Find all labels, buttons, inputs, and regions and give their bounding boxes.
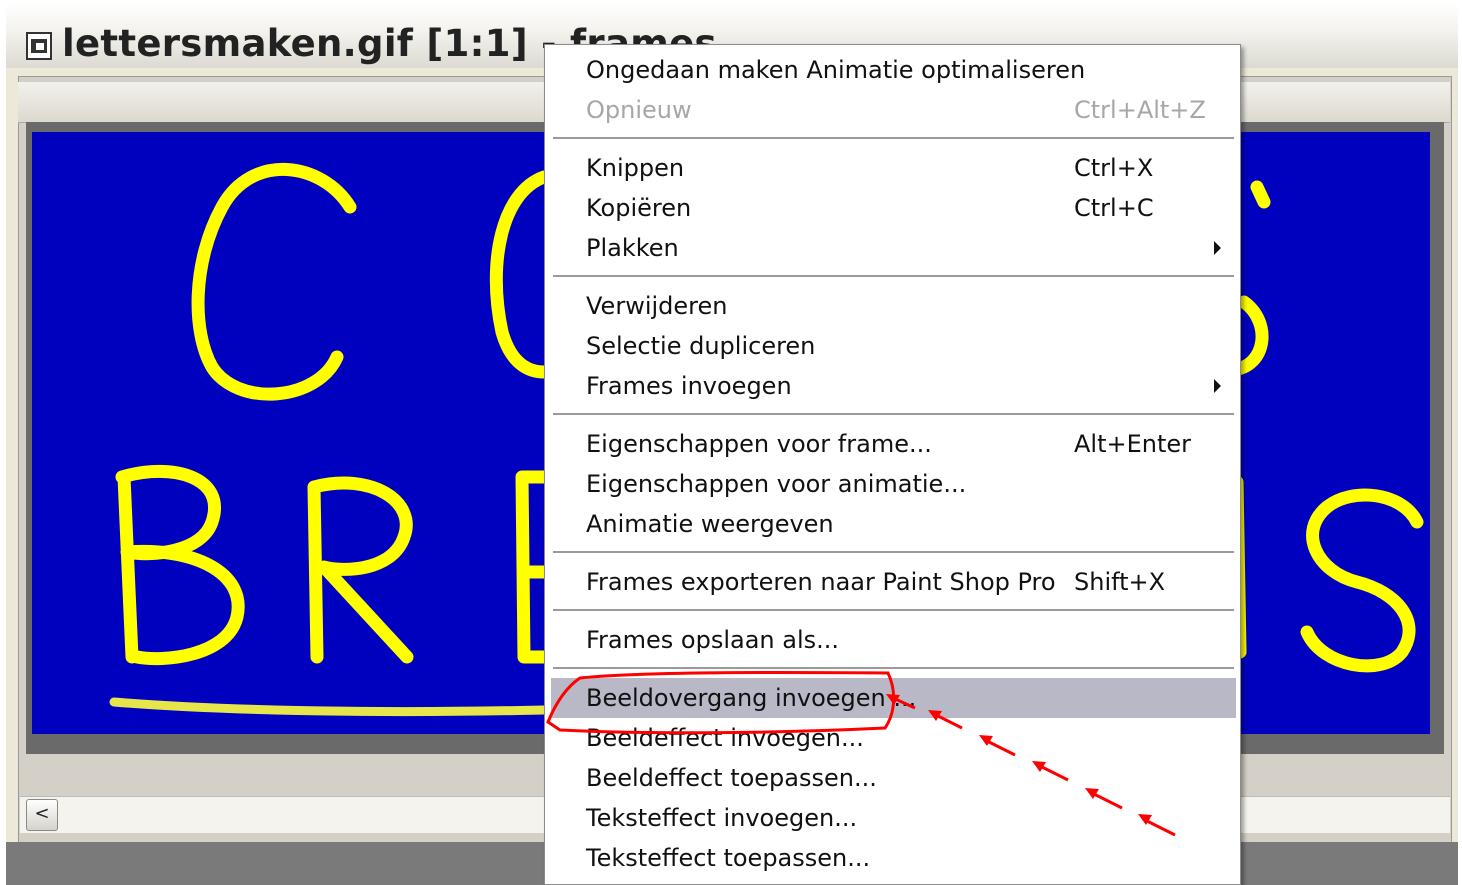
menu-item-insert-transition[interactable]: Beeldovergang invoegen ...: [551, 678, 1236, 718]
menu-item-apply-image-effect[interactable]: Beeldeffect toepassen...: [551, 758, 1236, 798]
menu-label: Teksteffect toepassen...: [586, 844, 871, 872]
letter-r: [307, 476, 414, 664]
menu-separator: [553, 551, 1234, 553]
menu-separator: [553, 275, 1234, 277]
menu-item-paste[interactable]: Plakken: [551, 228, 1236, 268]
menu-item-cut[interactable]: Knippen Ctrl+X: [551, 148, 1236, 188]
menu-item-copy[interactable]: Kopiëren Ctrl+C: [551, 188, 1236, 228]
menu-label: Animatie weergeven: [586, 510, 834, 538]
menu-label: Frames invoegen: [586, 372, 792, 400]
menu-label: Verwijderen: [586, 292, 728, 320]
menu-label: Opnieuw: [586, 96, 692, 124]
menu-shortcut: Ctrl+C: [1074, 194, 1154, 222]
menu-item-redo[interactable]: Opnieuw Ctrl+Alt+Z: [551, 90, 1236, 130]
menu-separator: [553, 413, 1234, 415]
menu-label: Beeldeffect toepassen...: [586, 764, 877, 792]
menu-label: Selectie dupliceren: [586, 332, 816, 360]
menu-item-animation-properties[interactable]: Eigenschappen voor animatie...: [551, 464, 1236, 504]
menu-item-insert-text-effect[interactable]: Teksteffect invoegen...: [551, 798, 1236, 838]
menu-label: Teksteffect invoegen...: [586, 804, 858, 832]
menu-item-frame-properties[interactable]: Eigenschappen voor frame... Alt+Enter: [551, 424, 1236, 464]
menu-label: Frames opslaan als...: [586, 626, 840, 654]
menu-label: Ongedaan maken Animatie optimaliseren: [586, 56, 1086, 84]
menu-item-export-frames[interactable]: Frames exporteren naar Paint Shop Pro Sh…: [551, 562, 1236, 602]
submenu-arrow-icon: [1214, 379, 1221, 393]
menu-label: Kopiëren: [586, 194, 692, 222]
menu-label: Knippen: [586, 154, 685, 182]
letter-s: [1300, 488, 1424, 673]
menu-label: Plakken: [586, 234, 679, 262]
menu-label: Beeldeffect invoegen...: [586, 724, 864, 752]
context-menu: Ongedaan maken Animatie optimaliseren Op…: [544, 44, 1241, 885]
menu-item-duplicate-selection[interactable]: Selectie dupliceren: [551, 326, 1236, 366]
menu-item-save-frames-as[interactable]: Frames opslaan als...: [551, 620, 1236, 660]
menu-item-view-animation[interactable]: Animatie weergeven: [551, 504, 1236, 544]
menu-shortcut: Ctrl+X: [1074, 154, 1154, 182]
menu-label: Eigenschappen voor frame...: [586, 430, 932, 458]
letter-o-partial: [489, 170, 551, 379]
menu-label: Eigenschappen voor animatie...: [586, 470, 967, 498]
menu-shortcut: Alt+Enter: [1074, 430, 1192, 458]
menu-separator: [553, 137, 1234, 139]
menu-separator: [553, 609, 1234, 611]
letter-c: [191, 163, 357, 401]
menu-separator: [553, 667, 1234, 669]
menu-label: Beeldovergang invoegen ...: [586, 684, 917, 712]
scroll-left-button[interactable]: <: [26, 799, 58, 831]
letter-e-partial: [515, 470, 551, 664]
menu-item-apply-text-effect[interactable]: Teksteffect toepassen...: [551, 838, 1236, 878]
menu-item-insert-image-effect[interactable]: Beeldeffect invoegen...: [551, 718, 1236, 758]
submenu-arrow-icon: [1214, 241, 1221, 255]
menu-shortcut: Ctrl+Alt+Z: [1074, 96, 1206, 124]
letter-b: [115, 464, 245, 666]
menu-item-delete[interactable]: Verwijderen: [551, 286, 1236, 326]
menu-label: Frames exporteren naar Paint Shop Pro: [586, 568, 1056, 596]
underline: [109, 697, 549, 717]
menu-shortcut: Shift+X: [1074, 568, 1166, 596]
menu-item-insert-frames[interactable]: Frames invoegen: [551, 366, 1236, 406]
gif-file-icon: [26, 32, 52, 60]
menu-item-undo[interactable]: Ongedaan maken Animatie optimaliseren: [551, 50, 1236, 90]
